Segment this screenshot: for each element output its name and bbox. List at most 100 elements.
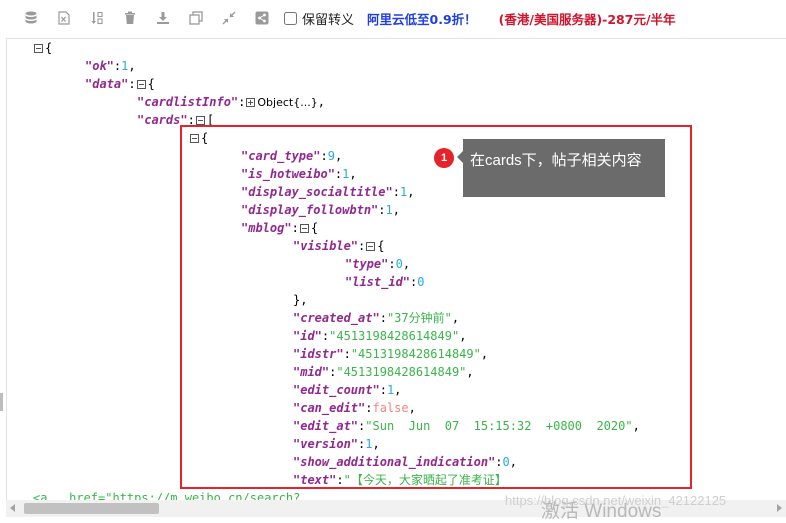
json-value: Object{...} xyxy=(257,96,318,109)
json-punct: : xyxy=(495,455,503,469)
collapse-icon[interactable] xyxy=(34,44,43,53)
sort-icon[interactable] xyxy=(89,10,105,26)
json-punct: , xyxy=(334,149,343,163)
json-key: "mblog" xyxy=(241,221,292,235)
json-punct: , xyxy=(407,185,415,199)
promo-link-server[interactable]: (香港/美国服务器)-287元/半年 xyxy=(499,9,676,28)
database-icon[interactable] xyxy=(23,10,39,26)
json-key: "type" xyxy=(345,257,389,271)
json-punct: : xyxy=(320,149,328,163)
json-value: "4513198428614849" xyxy=(336,365,467,379)
json-line: "edit_at":"Sun Jun 07 15:15:32 +0800 202… xyxy=(293,417,640,435)
json-line: "text":"【今天，大家晒起了准考证】 xyxy=(293,471,507,489)
json-punct: , xyxy=(459,329,467,343)
toolbar: 保留转义 阿里云低至0.9折！ (香港/美国服务器)-287元/半年 xyxy=(0,0,786,36)
json-punct: : xyxy=(358,239,366,253)
json-value: "37分钟前" xyxy=(386,311,452,325)
collapse-icon[interactable] xyxy=(366,242,376,251)
json-punct: , xyxy=(128,59,136,73)
json-punct: : xyxy=(379,383,387,397)
json-line: "type":0, xyxy=(345,255,410,273)
annotation-badge: 1 xyxy=(434,148,454,168)
json-value: 1 xyxy=(365,437,373,451)
json-text: { xyxy=(201,131,209,145)
json-punct: , xyxy=(402,257,411,271)
share-icon[interactable] xyxy=(254,10,270,26)
json-key: "is_hotweibo" xyxy=(241,167,335,181)
json-punct: , xyxy=(392,203,400,217)
json-punct: , xyxy=(349,167,357,181)
json-line: "show_additional_indication":0, xyxy=(293,453,517,471)
trash-icon[interactable] xyxy=(122,10,138,26)
json-line: }, xyxy=(293,291,307,309)
json-punct: : xyxy=(379,311,387,325)
json-line: "edit_count":1, xyxy=(293,381,401,399)
collapse-icon[interactable] xyxy=(195,116,205,125)
json-key: "list_id" xyxy=(345,275,411,289)
json-line: "is_hotweibo":1, xyxy=(241,165,357,183)
json-punct: , xyxy=(372,437,380,451)
excel-icon[interactable] xyxy=(56,10,72,26)
keep-escape-checkbox[interactable]: 保留转义 xyxy=(284,9,354,28)
json-key: "edit_count" xyxy=(293,383,380,397)
json-punct: : xyxy=(238,95,246,109)
json-line: "cardlistInfo": Object{...}, xyxy=(137,93,325,111)
download-icon[interactable] xyxy=(155,10,171,26)
json-key: "created_at" xyxy=(293,311,380,325)
json-key: "display_followbtn" xyxy=(241,203,379,217)
scroll-right-icon[interactable] xyxy=(777,504,782,512)
json-key: "ok" xyxy=(85,59,114,73)
json-line: "mblog": { xyxy=(241,219,318,237)
json-value: 0 xyxy=(502,455,510,469)
json-value: "4513198428614849" xyxy=(329,329,460,343)
json-value: 9 xyxy=(327,149,335,163)
copy-icon[interactable] xyxy=(188,10,204,26)
json-text: { xyxy=(45,41,53,55)
json-value: "Sun Jun 07 15:15:32 +0800 2020" xyxy=(365,419,633,433)
json-key: "idstr" xyxy=(293,347,344,361)
json-value: 0 xyxy=(417,275,425,289)
json-value: false xyxy=(372,401,409,415)
json-value: 1 xyxy=(385,203,393,217)
json-line: "cards": [ xyxy=(137,111,214,129)
json-line: "can_edit":false, xyxy=(293,399,416,417)
json-line: "card_type":9, xyxy=(241,147,342,165)
json-key: "text" xyxy=(293,473,337,487)
json-value: "【今天，大家晒起了准考证】 xyxy=(343,473,507,487)
compress-icon[interactable] xyxy=(221,10,237,26)
json-line: "visible": { xyxy=(293,237,385,255)
json-punct: , xyxy=(632,419,640,433)
json-key: "data" xyxy=(85,77,129,91)
json-key: "cards" xyxy=(137,113,188,127)
json-line: "display_followbtn":1, xyxy=(241,201,400,219)
json-key: "cardlistInfo" xyxy=(137,95,239,109)
json-punct: : xyxy=(378,203,386,217)
json-line: "list_id":0 xyxy=(345,273,425,291)
keep-escape-checkbox-input[interactable] xyxy=(284,11,297,25)
json-line: "created_at":"37分钟前", xyxy=(293,309,459,327)
promo-link-aliyun[interactable]: 阿里云低至0.9折！ xyxy=(367,9,477,28)
json-punct: , xyxy=(317,95,325,109)
scrollbar-thumb[interactable] xyxy=(24,503,159,514)
json-punct: : xyxy=(187,113,195,127)
annotation-tooltip: 在cards下，帖子相关内容 xyxy=(457,139,665,197)
json-value: "4513198428614849" xyxy=(350,347,481,361)
json-value: [ xyxy=(206,113,215,127)
collapse-icon[interactable] xyxy=(136,80,146,89)
expand-icon[interactable] xyxy=(246,98,256,107)
json-line: "ok":1, xyxy=(85,57,136,75)
json-viewer: {"ok":1, "data":{"cardlistInfo": Object{..… xyxy=(6,38,786,502)
json-key: "show_additional_indication" xyxy=(293,455,496,469)
json-value: 0 xyxy=(395,257,403,271)
json-punct: : xyxy=(128,77,136,91)
json-key: "id" xyxy=(293,329,322,343)
collapse-icon[interactable] xyxy=(190,134,199,143)
collapse-icon[interactable] xyxy=(299,224,309,233)
json-line: { xyxy=(189,129,208,147)
json-key: "display_socialtitle" xyxy=(241,185,393,199)
json-text: }, xyxy=(293,293,308,307)
json-key: "version" xyxy=(293,437,359,451)
json-punct: , xyxy=(394,383,402,397)
json-key: "edit_at" xyxy=(293,419,359,433)
scroll-left-icon[interactable] xyxy=(10,504,15,512)
